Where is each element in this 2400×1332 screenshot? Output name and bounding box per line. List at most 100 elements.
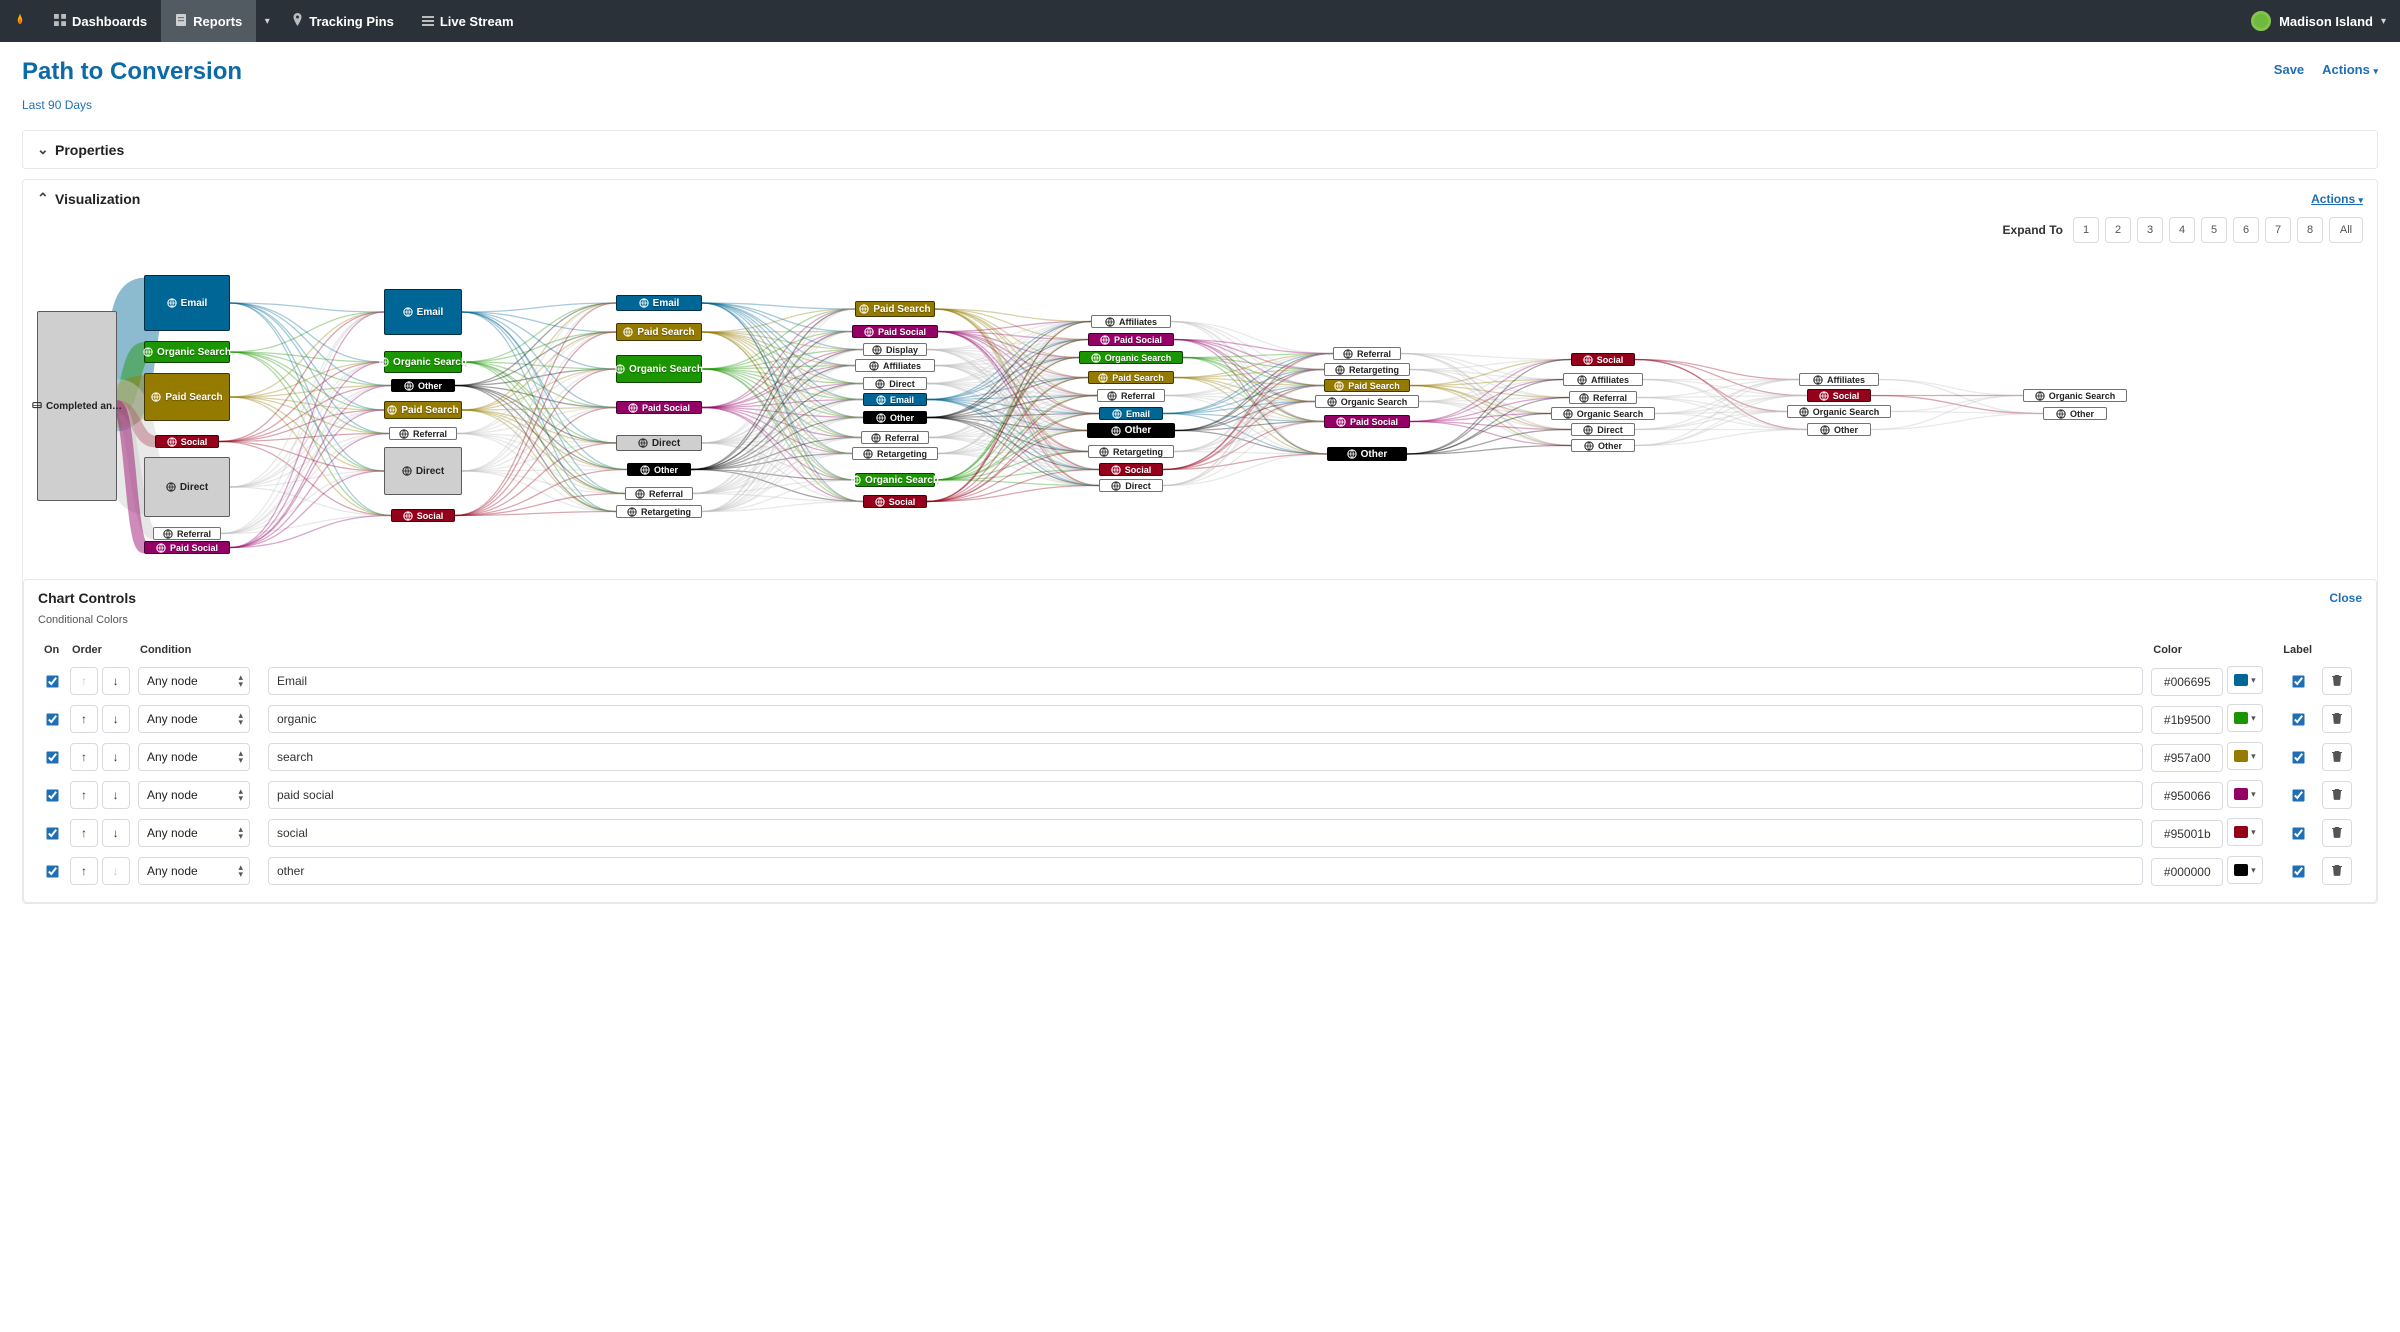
condition-input[interactable] [268,667,2143,695]
sankey-node[interactable]: Referral [153,527,221,540]
sankey-root-node[interactable]: Completed an… [37,311,117,501]
sankey-node[interactable]: Paid Search [384,401,462,419]
color-hex-input[interactable] [2151,744,2223,772]
condition-input[interactable] [268,743,2143,771]
node-type-select[interactable]: Any node ▴▾ [138,819,250,847]
move-down-button[interactable]: ↓ [102,705,130,733]
color-swatch-button[interactable]: ▾ [2227,666,2263,694]
sankey-node[interactable]: Direct [863,377,927,390]
color-hex-input[interactable] [2151,820,2223,848]
sankey-node[interactable]: Social [1099,463,1163,476]
expand-btn-2[interactable]: 2 [2105,217,2131,243]
brand-logo[interactable] [0,0,40,42]
sankey-node[interactable]: Other [1327,447,1407,461]
expand-btn-all[interactable]: All [2329,217,2363,243]
sankey-node[interactable]: Affiliates [855,359,935,372]
user-menu[interactable]: Madison Island ▾ [2237,0,2400,42]
properties-toggle[interactable]: ⌄ Properties [23,131,2377,168]
nav-reports-menu[interactable]: ▾ [256,16,278,27]
actions-menu[interactable]: Actions ▾ [2322,62,2378,77]
row-enabled-checkbox[interactable] [46,827,58,839]
node-type-select[interactable]: Any node ▴▾ [138,667,250,695]
sankey-node[interactable]: Retargeting [616,505,702,518]
sankey-node[interactable]: Referral [1569,391,1637,404]
sankey-node[interactable]: Email [1099,407,1163,420]
sankey-node[interactable]: Other [627,463,691,476]
label-checkbox[interactable] [2292,675,2304,687]
color-hex-input[interactable] [2151,706,2223,734]
sankey-node[interactable]: Social [1807,389,1871,402]
sankey-node[interactable]: Referral [1097,389,1165,402]
move-up-button[interactable]: ↑ [70,857,98,885]
row-enabled-checkbox[interactable] [46,751,58,763]
delete-row-button[interactable] [2322,857,2352,885]
sankey-node[interactable]: Referral [1333,347,1401,360]
save-button[interactable]: Save [2274,62,2304,77]
expand-btn-3[interactable]: 3 [2137,217,2163,243]
sankey-node[interactable]: Organic Search [1079,351,1183,364]
sankey-node[interactable]: Other [1571,439,1635,452]
sankey-node[interactable]: Display [863,343,927,356]
sankey-node[interactable]: Referral [861,431,929,444]
expand-btn-5[interactable]: 5 [2201,217,2227,243]
viz-actions-menu[interactable]: Actions ▾ [2311,192,2363,206]
sankey-node[interactable]: Referral [389,427,457,440]
delete-row-button[interactable] [2322,705,2352,733]
move-down-button[interactable]: ↓ [102,743,130,771]
condition-input[interactable] [268,705,2143,733]
row-enabled-checkbox[interactable] [46,713,58,725]
close-button[interactable]: Close [2329,591,2362,605]
expand-btn-1[interactable]: 1 [2073,217,2099,243]
sankey-node[interactable]: Organic Search [855,473,935,487]
delete-row-button[interactable] [2322,743,2352,771]
sankey-node[interactable]: Paid Search [1324,379,1410,392]
sankey-node[interactable]: Other [391,379,455,392]
sankey-node[interactable]: Paid Search [1088,371,1174,384]
row-enabled-checkbox[interactable] [46,675,58,687]
sankey-node[interactable]: Other [1087,423,1175,438]
nav-dashboards[interactable]: Dashboards [40,0,161,42]
move-up-button[interactable]: ↑ [70,743,98,771]
sankey-node[interactable]: Paid Search [144,373,230,421]
sankey-node[interactable]: Paid Search [855,301,935,317]
condition-input[interactable] [268,781,2143,809]
color-hex-input[interactable] [2151,782,2223,810]
color-swatch-button[interactable]: ▾ [2227,780,2263,808]
sankey-node[interactable]: Organic Search [1315,395,1419,408]
sankey-chart[interactable]: Completed an… Email Organic Search Paid Sea… [29,251,2371,571]
expand-btn-6[interactable]: 6 [2233,217,2259,243]
sankey-node[interactable]: Retargeting [1324,363,1410,376]
label-checkbox[interactable] [2292,713,2304,725]
sankey-node[interactable]: Social [155,435,219,448]
sankey-node[interactable]: Email [384,289,462,335]
sankey-node[interactable]: Organic Search [384,351,462,373]
label-checkbox[interactable] [2292,789,2304,801]
sankey-node[interactable]: Paid Social [852,325,938,338]
delete-row-button[interactable] [2322,819,2352,847]
sankey-node[interactable]: Direct [1571,423,1635,436]
sankey-node[interactable]: Other [863,411,927,424]
sankey-node[interactable]: Retargeting [852,447,938,460]
sankey-node[interactable]: Email [863,393,927,406]
sankey-node[interactable]: Other [2043,407,2107,420]
nav-reports[interactable]: Reports [161,0,256,42]
nav-live-stream[interactable]: Live Stream [408,0,528,42]
sankey-node[interactable]: Retargeting [1088,445,1174,458]
row-enabled-checkbox[interactable] [46,865,58,877]
date-range-selector[interactable]: Last 90 Days [22,98,92,112]
node-type-select[interactable]: Any node ▴▾ [138,705,250,733]
sankey-node[interactable]: Email [144,275,230,331]
sankey-node[interactable]: Organic Search [1551,407,1655,420]
color-swatch-button[interactable]: ▾ [2227,704,2263,732]
sankey-node[interactable]: Organic Search [616,355,702,383]
delete-row-button[interactable] [2322,667,2352,695]
sankey-node[interactable]: Paid Social [144,541,230,554]
color-hex-input[interactable] [2151,668,2223,696]
sankey-node[interactable]: Organic Search [144,341,230,363]
sankey-node[interactable]: Organic Search [1787,405,1891,418]
color-swatch-button[interactable]: ▾ [2227,856,2263,884]
label-checkbox[interactable] [2292,751,2304,763]
sankey-node[interactable]: Paid Social [616,401,702,414]
sankey-node[interactable]: Other [1807,423,1871,436]
condition-input[interactable] [268,857,2143,885]
